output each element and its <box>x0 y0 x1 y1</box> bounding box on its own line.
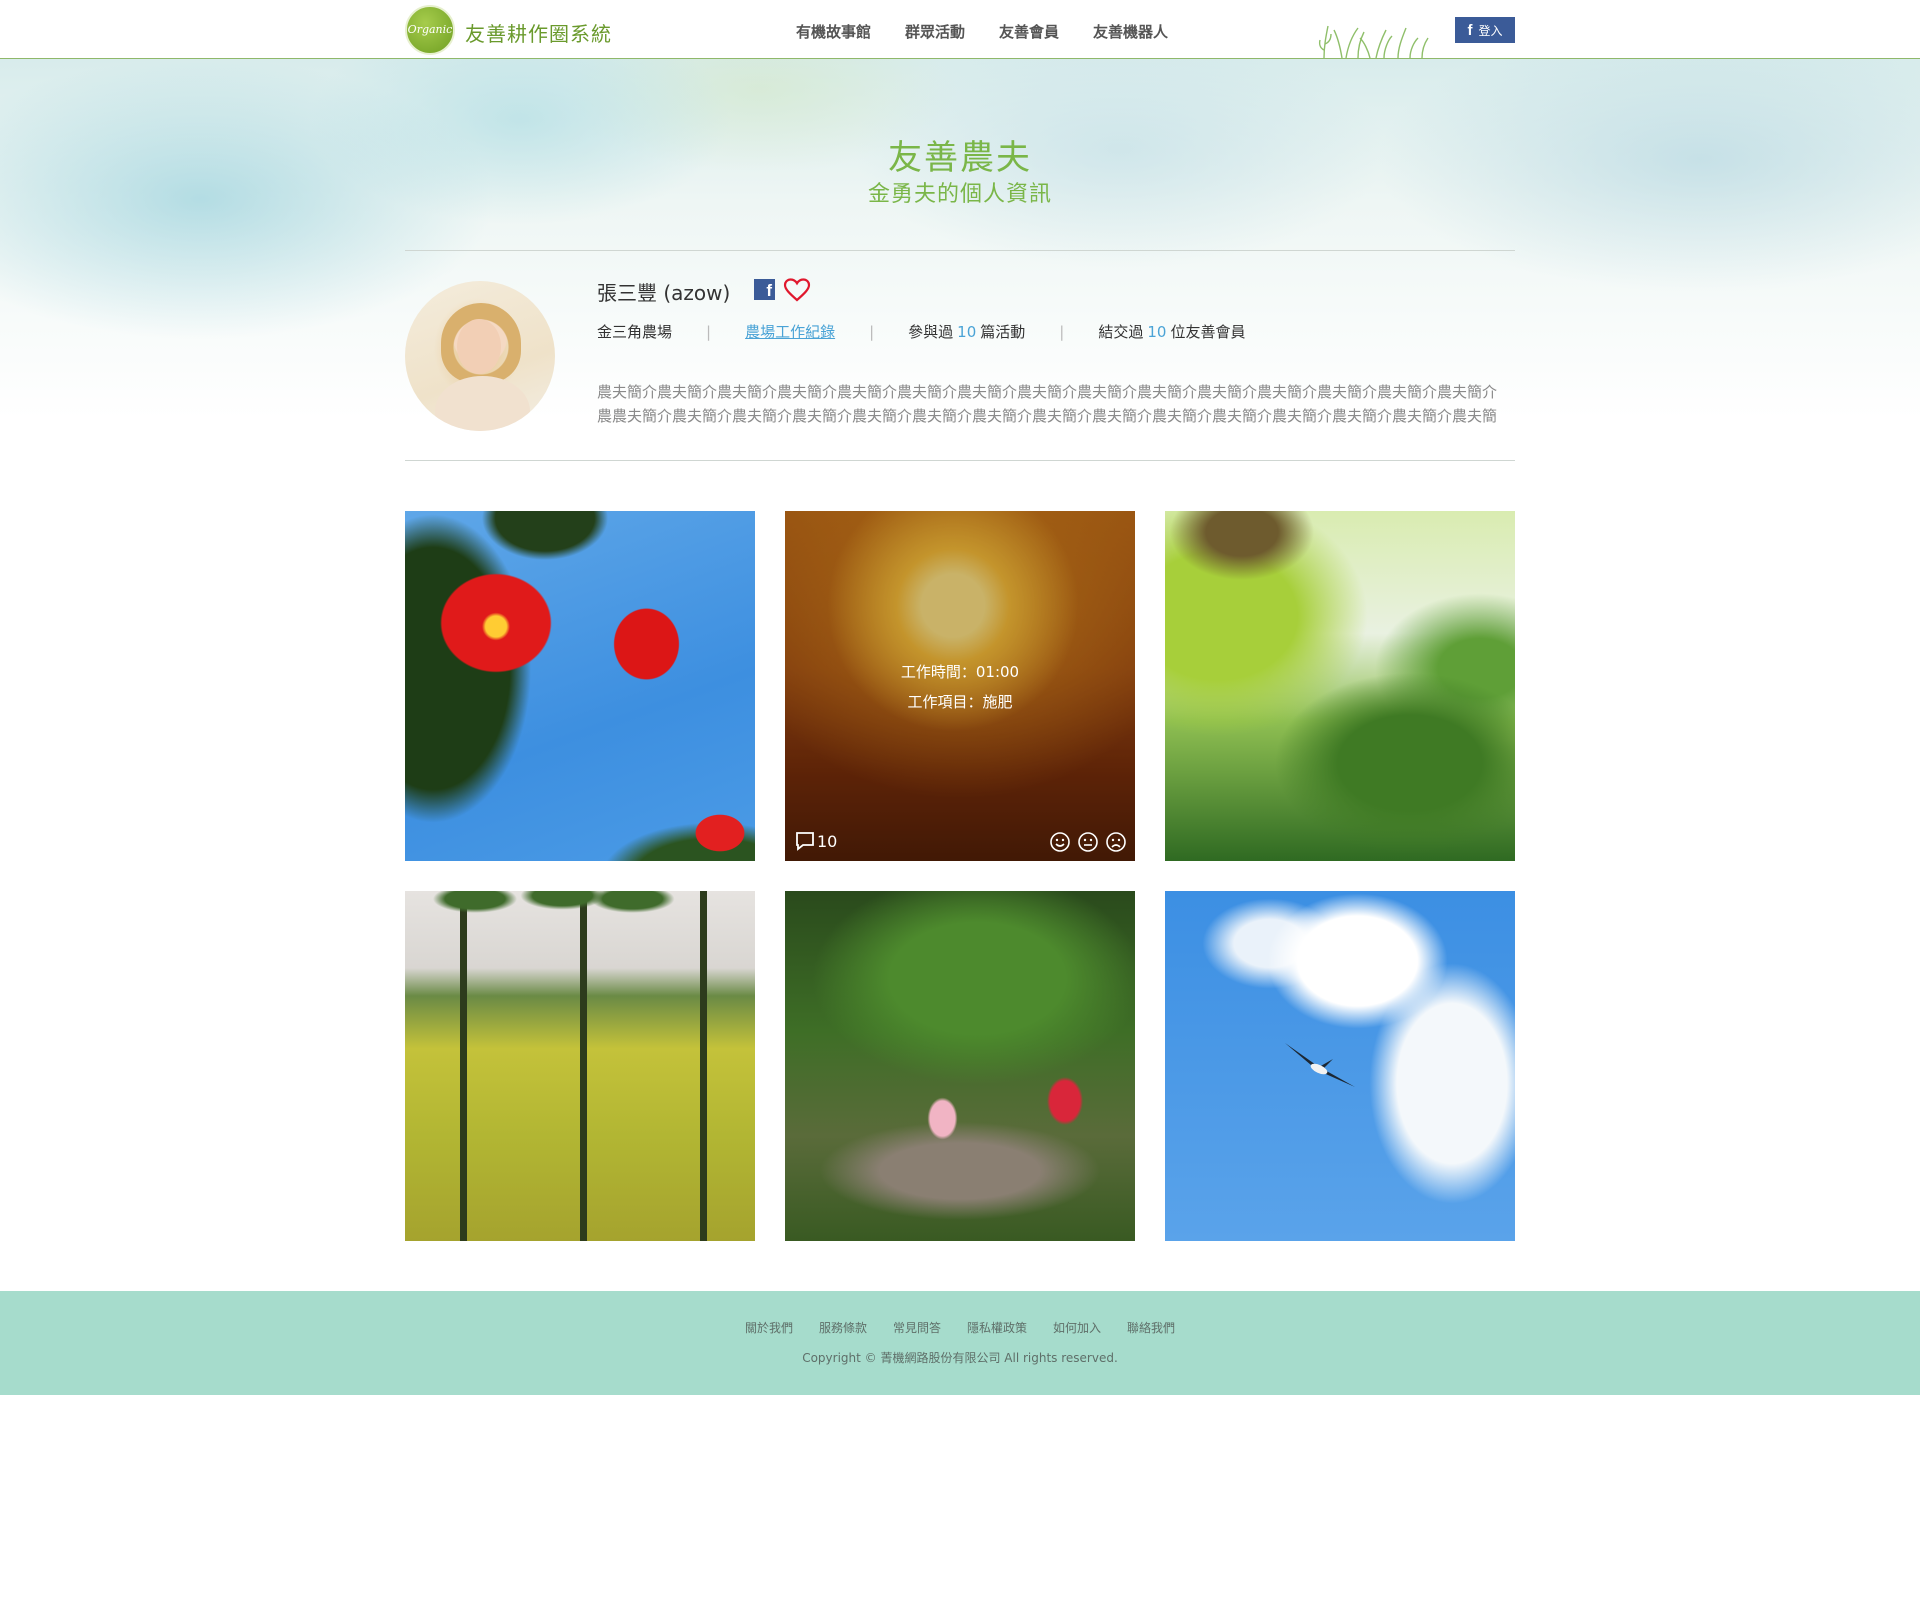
friends-count: 10 <box>1147 322 1167 341</box>
footer: 關於我們 服務條款 常見問答 隱私權政策 如何加入 聯絡我們 Copyright… <box>0 1291 1920 1395</box>
organic-logo[interactable]: Organic <box>405 5 455 55</box>
stats-separator: | <box>1059 322 1065 341</box>
stats-separator: | <box>706 322 712 341</box>
footer-link-contact[interactable]: 聯絡我們 <box>1127 1319 1175 1336</box>
logo-text: Organic <box>407 23 453 36</box>
nav-item-events[interactable]: 群眾活動 <box>905 21 965 42</box>
neutral-icon[interactable] <box>1077 831 1099 853</box>
events-suffix: 篇活動 <box>980 323 1026 341</box>
farmer-bio: 農夫簡介農夫簡介農夫簡介農夫簡介農夫簡介農夫簡介農夫簡介農夫簡介農夫簡介農夫簡介… <box>597 383 1498 425</box>
gallery-photo-sky-bird[interactable] <box>1165 891 1515 1241</box>
copyright-text: Copyright © 菁機網路股份有限公司 All rights reserv… <box>802 1351 1118 1365</box>
site-title[interactable]: 友善耕作圈系統 <box>465 18 612 47</box>
bird-icon <box>1285 1043 1355 1087</box>
stats-separator: | <box>869 322 875 341</box>
nav-item-members[interactable]: 友善會員 <box>999 21 1059 42</box>
events-prefix: 參與過 <box>908 323 954 341</box>
hero-banner <box>0 59 1920 419</box>
profile-stats: 金三角農場 | 農場工作紀錄 | 參與過 10 篇活動 | 結交過 10 位友善… <box>597 321 1245 342</box>
work-item-label: 工作項目：施肥 <box>907 693 1013 711</box>
work-log-link[interactable]: 農場工作紀錄 <box>745 321 835 342</box>
gallery-photo-hibiscus[interactable] <box>405 511 755 861</box>
facebook-share-icon[interactable]: f <box>754 279 775 300</box>
sad-icon[interactable] <box>1105 831 1127 853</box>
footer-links: 關於我們 服務條款 常見問答 隱私權政策 如何加入 聯絡我們 <box>0 1319 1920 1336</box>
reaction-buttons <box>1049 831 1127 853</box>
smile-icon[interactable] <box>1049 831 1071 853</box>
footer-link-faq[interactable]: 常見問答 <box>893 1319 941 1336</box>
nav-item-robot[interactable]: 友善機器人 <box>1093 21 1168 42</box>
page-title: 友善農夫 <box>888 138 1032 178</box>
divider-top <box>405 250 1515 251</box>
login-label: 登入 <box>1478 23 1503 38</box>
facebook-icon: f <box>1467 21 1473 39</box>
gallery-photo-forest-walk[interactable] <box>785 891 1135 1241</box>
divider-bottom <box>405 460 1515 461</box>
work-time-label: 工作時間：01:00 <box>900 663 1020 681</box>
footer-link-terms[interactable]: 服務條款 <box>819 1319 867 1336</box>
friends-prefix: 結交過 <box>1098 323 1144 341</box>
gallery-photo-tree-fern[interactable] <box>1165 511 1515 861</box>
top-navigation-bar: Organic 友善耕作圈系統 有機故事館 群眾活動 友善會員 友善機器人 f … <box>0 0 1920 59</box>
events-count: 10 <box>957 322 977 341</box>
profile-name: 張三豐 (azow) <box>597 281 731 305</box>
gallery-photo-sunset[interactable]: 工作時間：01:00 工作項目：施肥 10 <box>785 511 1135 861</box>
heart-icon[interactable] <box>783 278 811 302</box>
footer-link-privacy[interactable]: 隱私權政策 <box>967 1319 1027 1336</box>
page-subtitle: 金勇夫的個人資訊 <box>867 182 1052 207</box>
comment-count: 10 <box>817 832 838 851</box>
gallery-photo-palm-park[interactable] <box>405 891 755 1241</box>
friends-suffix: 位友善會員 <box>1170 323 1246 341</box>
avatar <box>405 281 555 431</box>
facebook-login-button[interactable]: f 登入 <box>1455 17 1515 43</box>
main-nav: 有機故事館 群眾活動 友善會員 友善機器人 <box>796 21 1168 42</box>
comment-icon <box>796 832 814 851</box>
grass-decoration-icon <box>1318 25 1429 58</box>
nav-item-organic-stories[interactable]: 有機故事館 <box>796 21 871 42</box>
farm-name: 金三角農場 <box>597 323 673 341</box>
footer-link-join[interactable]: 如何加入 <box>1053 1319 1101 1336</box>
footer-link-about[interactable]: 關於我們 <box>745 1319 793 1336</box>
comment-counter[interactable]: 10 <box>795 831 837 851</box>
